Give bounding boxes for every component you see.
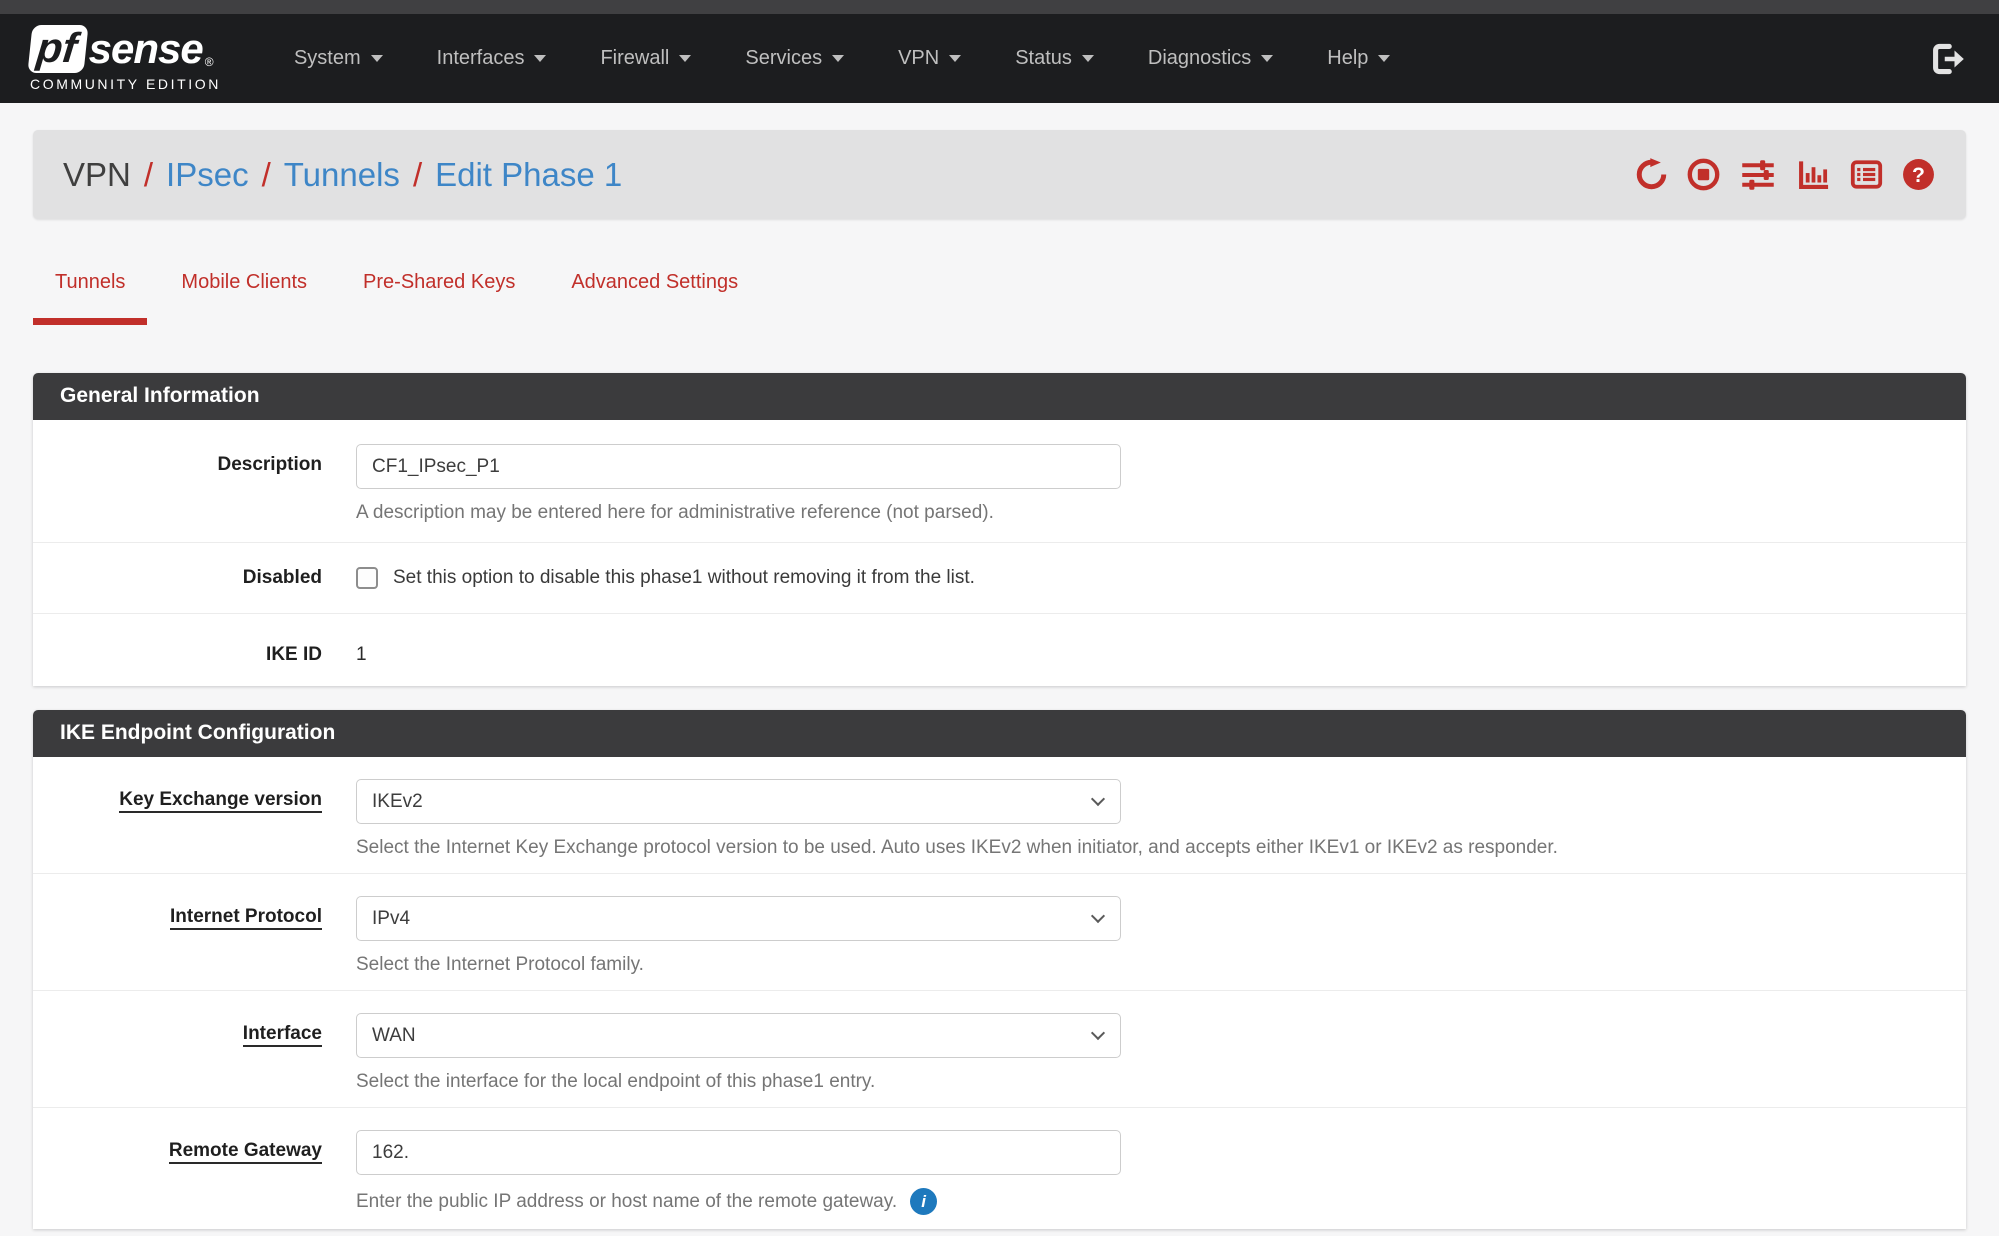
interface-row: Interface WAN Select the interface for t… <box>33 991 1966 1108</box>
tab-mobile-clients[interactable]: Mobile Clients <box>159 259 329 325</box>
nav-menu: System Interfaces Firewall Services VPN … <box>267 47 1417 70</box>
nav-item-interfaces[interactable]: Interfaces <box>410 47 574 70</box>
nav-item-status[interactable]: Status <box>988 47 1121 70</box>
ipsec-tab-bar: Tunnels Mobile Clients Pre-Shared Keys A… <box>33 259 1966 325</box>
logout-button[interactable] <box>1925 37 1969 81</box>
nav-item-vpn[interactable]: VPN <box>871 47 988 70</box>
breadcrumb: VPN / IPsec / Tunnels / Edit Phase 1 <box>63 156 622 194</box>
remote-gateway-input[interactable] <box>356 1130 1121 1175</box>
chevron-down-icon <box>1082 55 1094 62</box>
chevron-down-icon <box>949 55 961 62</box>
logo-sense-text: sense <box>89 25 203 73</box>
internet-protocol-help: Select the Internet Protocol family. <box>356 954 1940 976</box>
disabled-checkbox-label: Set this option to disable this phase1 w… <box>393 567 975 589</box>
info-icon[interactable]: i <box>910 1188 937 1215</box>
disabled-checkbox[interactable] <box>356 567 378 589</box>
remote-gateway-label: Remote Gateway <box>169 1140 322 1164</box>
nav-item-services[interactable]: Services <box>718 47 871 70</box>
interface-help: Select the interface for the local endpo… <box>356 1071 1940 1093</box>
internet-protocol-row: Internet Protocol IPv4 Select the Intern… <box>33 874 1966 991</box>
description-help: A description may be entered here for ad… <box>356 502 1940 524</box>
window-top-strip <box>0 0 1999 14</box>
stop-icon[interactable] <box>1686 157 1721 192</box>
logo-registered-mark: ® <box>205 55 214 69</box>
ike-endpoint-configuration-section: IKE Endpoint Configuration Key Exchange … <box>33 710 1966 1229</box>
disabled-label: Disabled <box>33 567 356 589</box>
tab-advanced-settings[interactable]: Advanced Settings <box>549 259 760 325</box>
logo-pf-mark: pf <box>27 25 88 73</box>
main-navbar: pf sense ® COMMUNITY EDITION System Inte… <box>0 14 1999 103</box>
chevron-down-icon <box>371 55 383 62</box>
interface-select[interactable]: WAN <box>356 1013 1121 1058</box>
pfsense-logo[interactable]: pf sense ® COMMUNITY EDITION <box>30 25 221 92</box>
key-exchange-version-help: Select the Internet Key Exchange protoco… <box>356 837 1940 859</box>
breadcrumb-separator: / <box>413 156 422 194</box>
sliders-icon[interactable] <box>1738 157 1778 193</box>
page-action-icons: ? <box>1634 157 1936 193</box>
chevron-down-icon <box>1261 55 1273 62</box>
sign-out-icon <box>1929 41 1965 77</box>
nav-item-firewall[interactable]: Firewall <box>573 47 718 70</box>
ike-id-row: IKE ID 1 <box>33 614 1966 686</box>
ike-id-value: 1 <box>356 634 1940 666</box>
breadcrumb-edit-phase1-link[interactable]: Edit Phase 1 <box>435 156 622 194</box>
list-icon[interactable] <box>1849 157 1884 192</box>
chevron-down-icon <box>679 55 691 62</box>
disabled-row: Disabled Set this option to disable this… <box>33 543 1966 614</box>
chevron-down-icon <box>534 55 546 62</box>
nav-item-system[interactable]: System <box>267 47 410 70</box>
description-label: Description <box>33 444 356 524</box>
breadcrumb-separator: / <box>144 156 153 194</box>
breadcrumb-ipsec-link[interactable]: IPsec <box>166 156 249 194</box>
nav-item-diagnostics[interactable]: Diagnostics <box>1121 47 1300 70</box>
nav-item-help[interactable]: Help <box>1300 47 1417 70</box>
help-icon[interactable]: ? <box>1901 157 1936 192</box>
key-exchange-version-select[interactable]: IKEv2 <box>356 779 1121 824</box>
description-input[interactable] <box>356 444 1121 489</box>
chevron-down-icon <box>1378 55 1390 62</box>
breadcrumb-vpn: VPN <box>63 156 131 194</box>
tab-pre-shared-keys[interactable]: Pre-Shared Keys <box>341 259 537 325</box>
section-title-general-information: General Information <box>33 373 1966 420</box>
description-row: Description A description may be entered… <box>33 420 1966 543</box>
general-information-section: General Information Description A descri… <box>33 373 1966 686</box>
breadcrumb-tunnels-link[interactable]: Tunnels <box>284 156 400 194</box>
chevron-down-icon <box>832 55 844 62</box>
internet-protocol-label: Internet Protocol <box>170 906 322 930</box>
section-title-ike-endpoint-configuration: IKE Endpoint Configuration <box>33 710 1966 757</box>
tab-tunnels[interactable]: Tunnels <box>33 259 147 325</box>
key-exchange-version-label: Key Exchange version <box>119 789 322 813</box>
internet-protocol-select[interactable]: IPv4 <box>356 896 1121 941</box>
chart-bar-icon[interactable] <box>1795 157 1832 192</box>
key-exchange-version-row: Key Exchange version IKEv2 Select the In… <box>33 757 1966 874</box>
svg-text:?: ? <box>1912 164 1925 187</box>
ike-id-label: IKE ID <box>33 634 356 666</box>
remote-gateway-row: Remote Gateway Enter the public IP addre… <box>33 1108 1966 1229</box>
interface-label: Interface <box>243 1023 322 1047</box>
breadcrumb-separator: / <box>262 156 271 194</box>
refresh-icon[interactable] <box>1634 157 1669 192</box>
remote-gateway-help: Enter the public IP address or host name… <box>356 1191 897 1213</box>
breadcrumb-bar: VPN / IPsec / Tunnels / Edit Phase 1 <box>33 130 1966 219</box>
logo-subtitle: COMMUNITY EDITION <box>30 76 221 92</box>
